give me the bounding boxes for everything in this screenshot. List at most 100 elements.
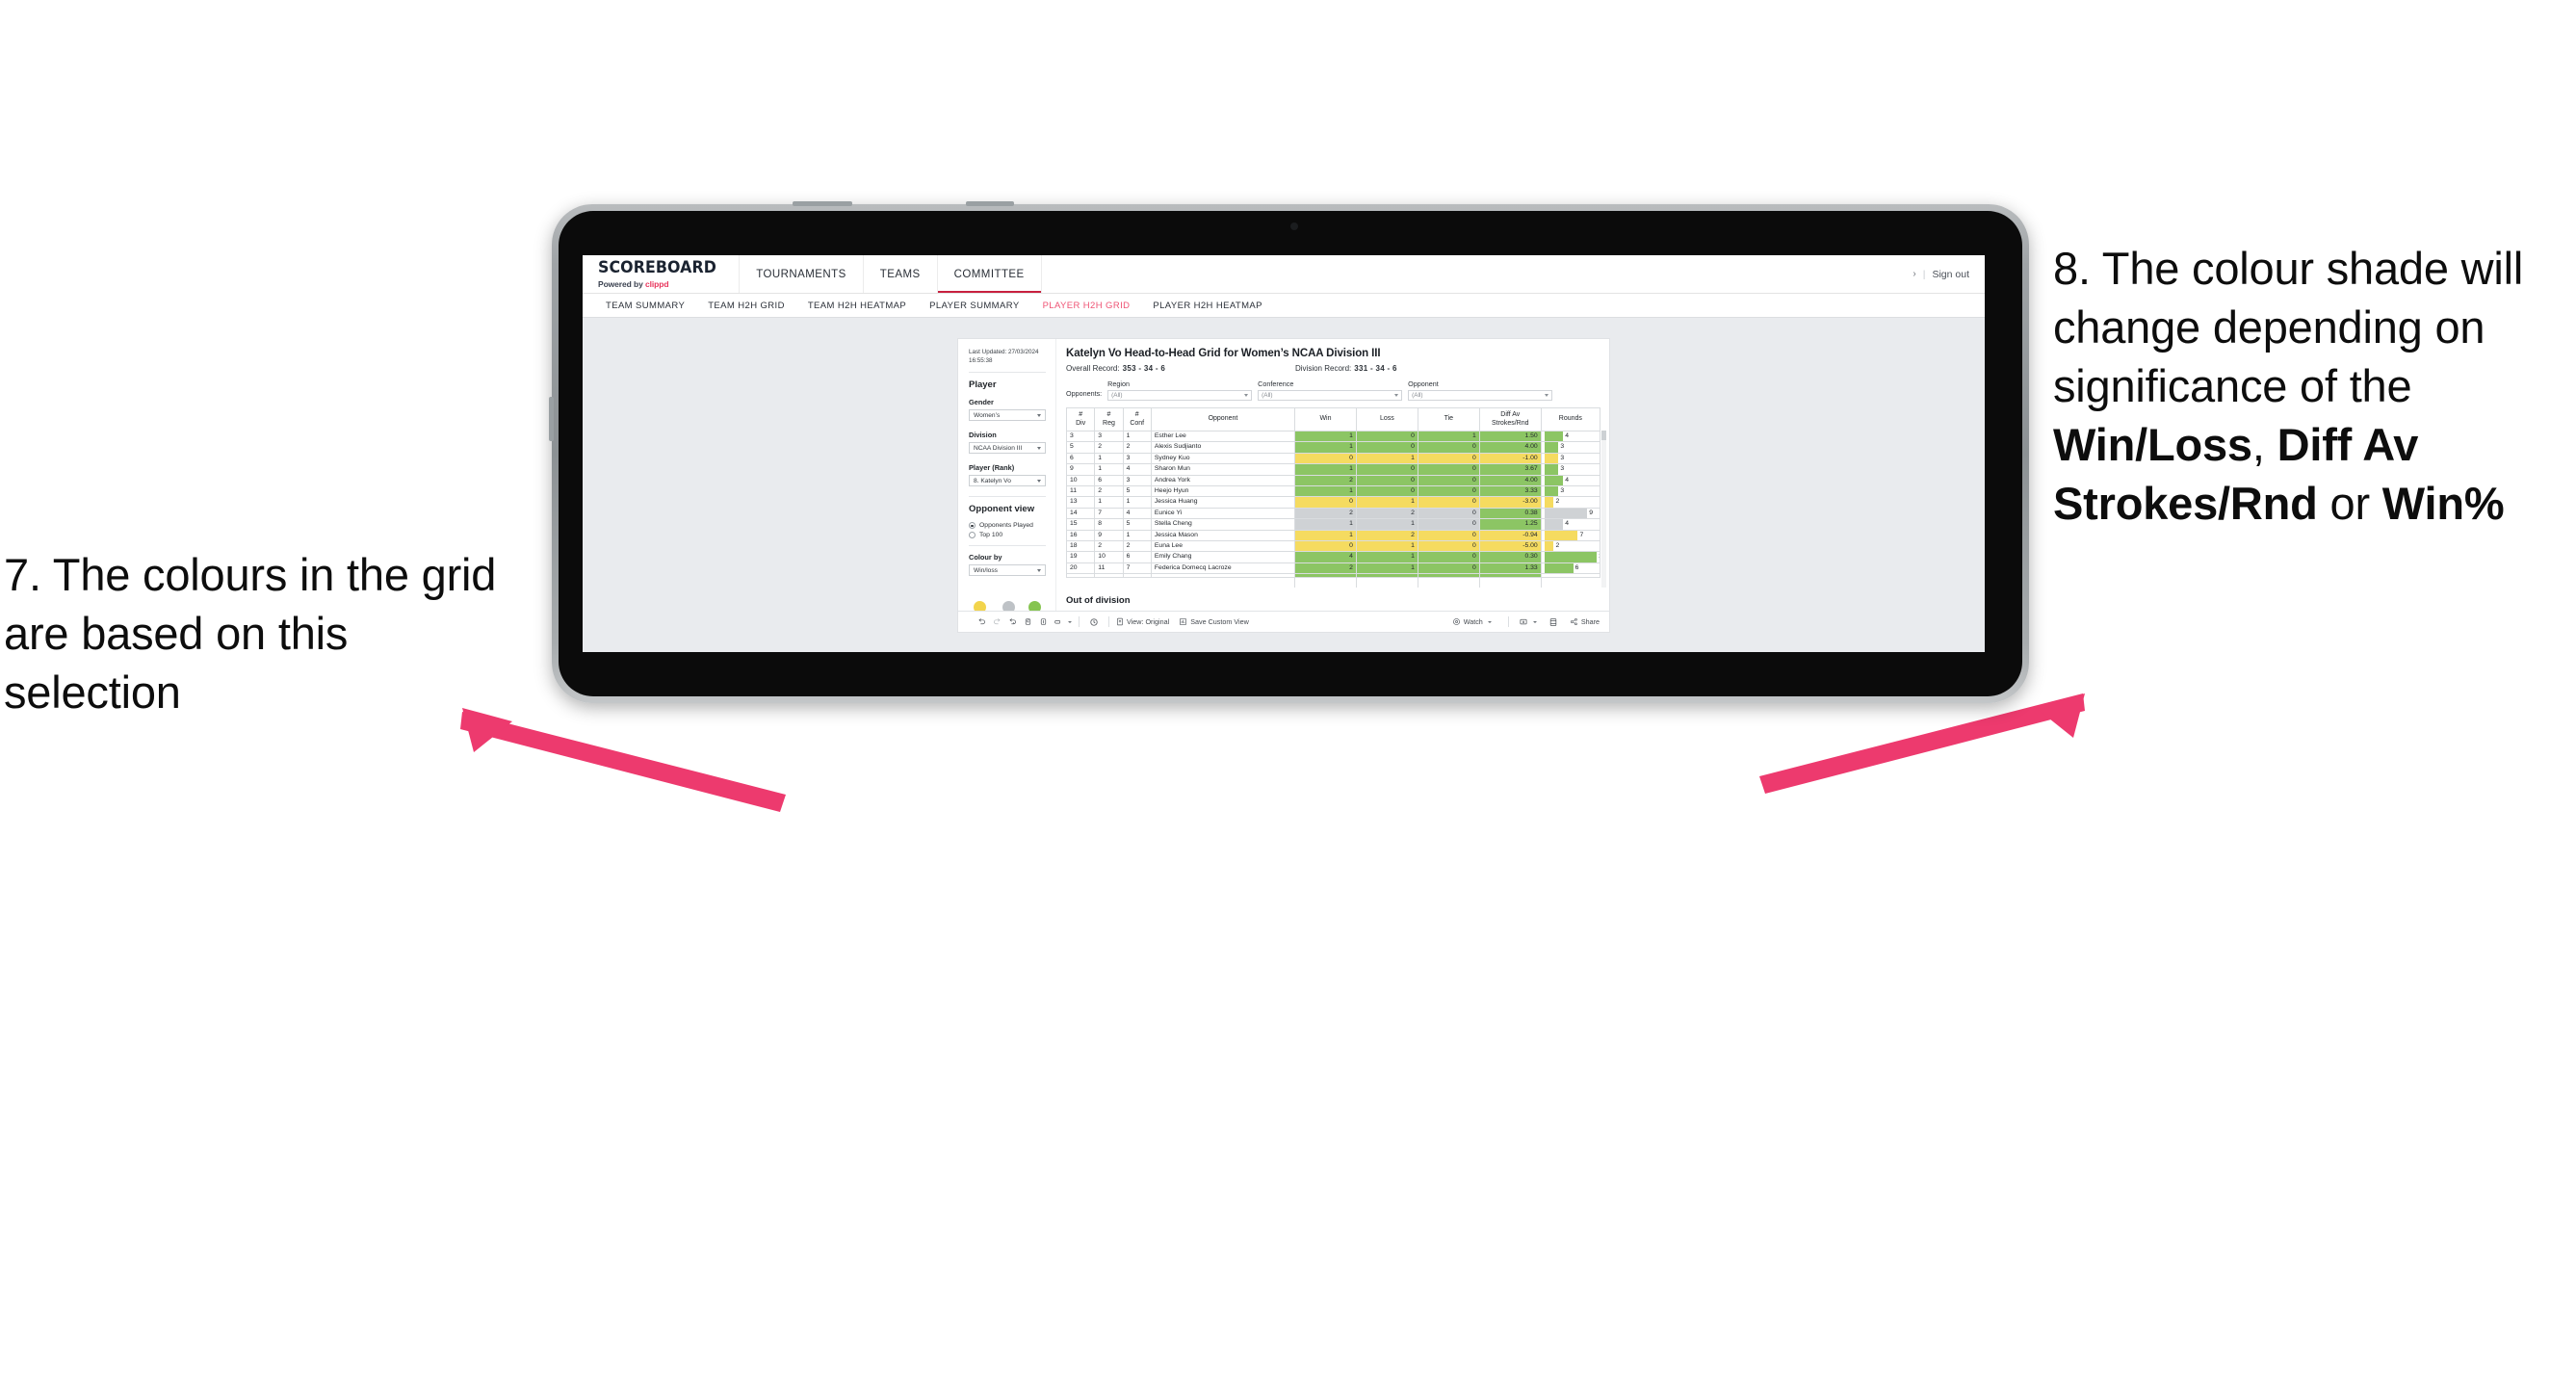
division-select[interactable]: NCAA Division III bbox=[969, 442, 1046, 455]
colour-by-value: Win/loss bbox=[974, 566, 998, 574]
sign-out-button[interactable]: Sign out bbox=[1932, 269, 1969, 280]
view-original-button[interactable]: View: Original bbox=[1116, 617, 1169, 626]
cell-reg: 7 bbox=[1094, 507, 1124, 520]
watch-label: Watch bbox=[1463, 617, 1483, 626]
colour-by-select[interactable]: Win/loss bbox=[969, 564, 1046, 577]
empty-cell bbox=[1151, 577, 1296, 588]
cell-tie: 1 bbox=[1417, 430, 1480, 443]
cell-loss: 0 bbox=[1355, 474, 1418, 487]
table-row[interactable]: 19106Emily Chang4100.3011 bbox=[1065, 551, 1601, 563]
cell-rounds: 3 bbox=[1540, 441, 1601, 454]
cell-win: 2 bbox=[1294, 562, 1357, 575]
tablet-screen: SCOREBOARD Powered by clippd TOURNAMENTS… bbox=[583, 255, 1985, 652]
pause-auto-update-icon[interactable] bbox=[1086, 617, 1102, 627]
radio-top-100-label: Top 100 bbox=[979, 532, 1003, 539]
filter-opponent-select[interactable]: (All) bbox=[1408, 390, 1553, 401]
table-row[interactable]: 15 8 5 Stella Cheng 1 1 0 1.25 4 bbox=[1065, 518, 1601, 531]
chevron-down-icon[interactable] bbox=[1487, 620, 1492, 623]
chevron-down-icon[interactable] bbox=[1068, 620, 1072, 623]
chevron-down-icon bbox=[1037, 413, 1041, 417]
fullscreen-icon[interactable] bbox=[1546, 617, 1561, 627]
download-icon[interactable] bbox=[1516, 617, 1531, 627]
nav-teams[interactable]: TEAMS bbox=[864, 255, 938, 293]
cell-tie: 0 bbox=[1417, 540, 1480, 553]
legend-item-level: Level bbox=[1001, 601, 1017, 611]
opponent-view-heading: Opponent view bbox=[969, 504, 1035, 515]
tab-player-h2h-grid[interactable]: PLAYER H2H GRID bbox=[1031, 301, 1142, 311]
rectangle-select-icon[interactable] bbox=[1051, 617, 1066, 626]
redo-icon[interactable] bbox=[989, 617, 1004, 626]
table-row[interactable]: 6 1 3 Sydney Kuo 0 1 0 -1.00 3 bbox=[1065, 452, 1601, 465]
filter-conference-select[interactable]: (All) bbox=[1258, 390, 1403, 401]
cell-conf: 1 bbox=[1122, 529, 1152, 542]
nav-committee[interactable]: COMMITTEE bbox=[937, 255, 1042, 293]
cell-rounds: 4 bbox=[1540, 474, 1601, 487]
empty-cell bbox=[1417, 577, 1480, 588]
table-row[interactable]: 10 6 3 Andrea York 2 0 0 4.00 4 bbox=[1065, 474, 1601, 487]
radio-top-100[interactable]: Top 100 bbox=[969, 532, 1046, 539]
tab-player-summary[interactable]: PLAYER SUMMARY bbox=[918, 301, 1030, 311]
revert-icon[interactable] bbox=[1004, 617, 1020, 626]
cell-div: 5 bbox=[1065, 441, 1096, 454]
player-rank-select[interactable]: 8. Katelyn Vo bbox=[969, 475, 1046, 487]
tab-team-h2h-grid[interactable]: TEAM H2H GRID bbox=[696, 301, 796, 311]
col-conf-line1: # bbox=[1134, 410, 1139, 418]
annotation-right-bold1: Win/Loss bbox=[2053, 419, 2252, 471]
cell-rounds: 4 bbox=[1540, 518, 1601, 531]
cell-div: 13 bbox=[1065, 496, 1096, 509]
table-row[interactable]: 13 1 1 Jessica Huang 0 1 0 -3.00 2 bbox=[1065, 496, 1601, 509]
share-button[interactable]: Share bbox=[1570, 617, 1600, 626]
table-row[interactable]: 20 11 7 Federica Domecq Lacroze 2 1 0 1.33 6 bbox=[1065, 562, 1601, 575]
table-row[interactable]: 9 1 4 Sharon Mun 1 0 0 3.67 3 bbox=[1065, 463, 1601, 476]
filter-opponent: Opponent (All) bbox=[1408, 379, 1553, 401]
filter-region-select[interactable]: (All) bbox=[1107, 390, 1253, 401]
tab-player-h2h-heatmap[interactable]: PLAYER H2H HEATMAP bbox=[1141, 301, 1274, 311]
chevron-right-icon[interactable]: › bbox=[1912, 269, 1915, 279]
table-row[interactable]: 18 2 2 Euna Lee 0 1 0 -5.00 2 bbox=[1065, 540, 1601, 553]
cell-opponent: Stella Cheng bbox=[1150, 518, 1296, 531]
undo-icon[interactable] bbox=[974, 617, 989, 626]
col-diff-line2: Strokes/Rnd bbox=[1491, 419, 1529, 427]
table-row[interactable]: 16 9 1 Jessica Mason 1 2 0 -0.94 7 bbox=[1065, 529, 1601, 542]
cell-diff: -3.00 bbox=[1478, 496, 1542, 509]
rounds-value: 3 bbox=[1560, 487, 1565, 495]
radio-opponents-played[interactable]: Opponents Played bbox=[969, 522, 1046, 530]
cell-div: 3 bbox=[1065, 430, 1096, 443]
nav-tournaments[interactable]: TOURNAMENTS bbox=[740, 255, 864, 293]
cell-diff: 3.67 bbox=[1478, 463, 1542, 476]
tab-team-h2h-heatmap[interactable]: TEAM H2H HEATMAP bbox=[796, 301, 918, 311]
table-row[interactable]: 11 2 5 Heejo Hyun 1 0 0 3.33 3 bbox=[1065, 485, 1601, 498]
cell-win: 2 bbox=[1294, 474, 1357, 487]
refresh-icon[interactable] bbox=[1020, 617, 1035, 626]
cell-rounds: 9 bbox=[1540, 507, 1601, 520]
grid-scrollbar-thumb[interactable] bbox=[1601, 431, 1606, 440]
cell-win: 4 bbox=[1294, 551, 1357, 563]
cell-tie: 0 bbox=[1417, 562, 1480, 575]
col-diff-line1: Diff Av bbox=[1500, 410, 1521, 418]
cell-diff: 1.50 bbox=[1478, 430, 1542, 443]
table-row[interactable]: 5 2 2 Alexis Sudjianto 1 0 0 4.00 3 bbox=[1065, 441, 1601, 454]
cell-conf: 6 bbox=[1122, 551, 1152, 563]
watch-button[interactable]: Watch bbox=[1452, 617, 1492, 626]
pause-icon[interactable] bbox=[1035, 617, 1051, 626]
legend-dot-down-icon bbox=[974, 601, 987, 611]
legend-item-up: Up bbox=[1028, 601, 1041, 611]
col-div-line2: Div bbox=[1076, 419, 1086, 427]
annotation-right-part1: 8. The colour shade will change dependin… bbox=[2053, 243, 2524, 412]
tab-team-summary[interactable]: TEAM SUMMARY bbox=[594, 301, 696, 311]
share-icon bbox=[1570, 617, 1577, 626]
chevron-down-icon[interactable] bbox=[1532, 620, 1537, 623]
gender-select[interactable]: Women’s bbox=[969, 409, 1046, 422]
toolbar-right-group: Watch Share bbox=[1452, 616, 1600, 627]
table-row[interactable]: 3 3 1 Esther Lee 1 0 1 1.50 4 bbox=[1065, 430, 1601, 443]
cell-win: 1 bbox=[1294, 463, 1357, 476]
cell-conf: 2 bbox=[1122, 540, 1152, 553]
cell-diff: -0.94 bbox=[1478, 529, 1542, 542]
grid-scrollbar[interactable] bbox=[1601, 431, 1606, 588]
gender-value: Women’s bbox=[974, 411, 1001, 419]
brand-logo[interactable]: SCOREBOARD Powered by clippd bbox=[583, 255, 741, 293]
save-custom-view-button[interactable]: Save Custom View bbox=[1179, 617, 1249, 626]
rounds-bar bbox=[1544, 531, 1578, 540]
table-row[interactable]: 14 7 4 Eunice Yi 2 2 0 0.38 9 bbox=[1065, 507, 1601, 520]
cell-div: 18 bbox=[1065, 540, 1096, 553]
